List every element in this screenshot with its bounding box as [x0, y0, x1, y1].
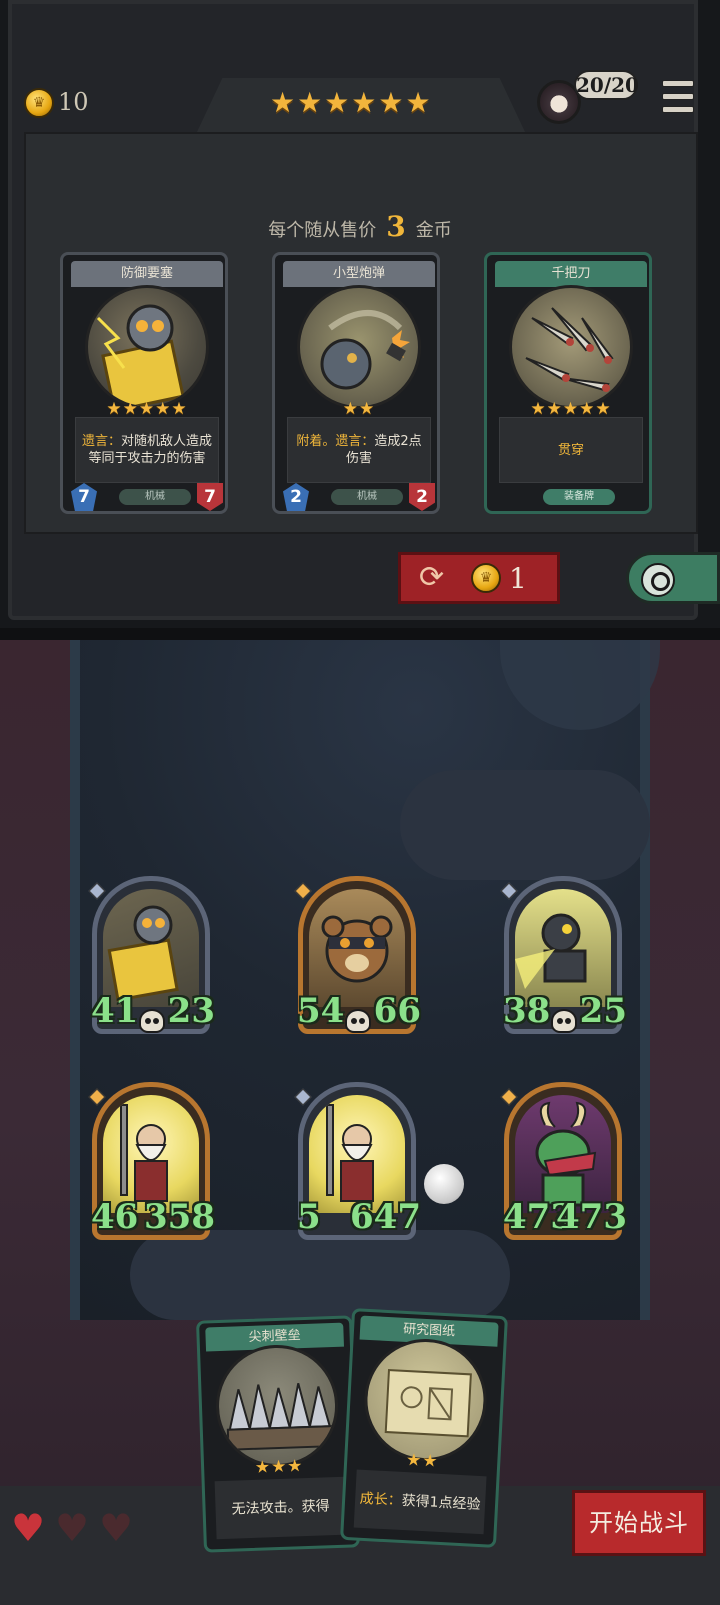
shop-card-fortress[interactable]: 防御要塞 ★★★★★ 遗言：对随机敌人造成等同于攻击力的伤害 7 机械 7: [60, 252, 228, 514]
card-text: 获得1点经验: [401, 1492, 481, 1514]
card-stars: ★★★: [254, 1456, 304, 1478]
card-text: 无法攻击。获得: [231, 1498, 330, 1518]
board-minion[interactable]: 5 647: [294, 1082, 421, 1240]
refresh-cost: 1: [509, 561, 527, 595]
card-stars: ★★★★★: [530, 399, 612, 419]
card-description: 成长：获得1点经验: [353, 1469, 487, 1535]
minion-health: 66: [373, 991, 421, 1031]
card-keyword: 附着。遗言：: [296, 434, 375, 449]
hand-card[interactable]: 尖刺壁垒 ★★★ 无法攻击。获得: [195, 1315, 361, 1553]
card-description: 贯穿: [499, 417, 643, 483]
refresh-shop-button[interactable]: ⟳ ♛ 1: [398, 552, 560, 604]
board-minion[interactable]: 38 25: [500, 876, 627, 1034]
card-health: 7: [197, 483, 223, 511]
panel-divider: [0, 628, 720, 640]
fortress-robot-portrait: [103, 889, 199, 1007]
card-description: 无法攻击。获得: [214, 1476, 347, 1540]
card-description: 附着。遗言：造成2点伤害: [287, 417, 431, 483]
minion-health: 473: [556, 1197, 627, 1237]
board-minion[interactable]: 41 23: [88, 876, 215, 1034]
cloud-decoration: [400, 770, 650, 880]
deathrattle-skull-icon: [345, 1009, 371, 1033]
card-text: 贯穿: [557, 442, 584, 458]
price-prefix: 每个随从售价: [268, 220, 377, 241]
heart-icon: ♥: [10, 1506, 46, 1550]
crocodile-portrait: [515, 1095, 611, 1213]
fortress-robot-art: [85, 285, 209, 409]
card-stars: ★★: [342, 399, 376, 419]
minion-health: 25: [579, 991, 627, 1031]
card-attack: 2: [283, 483, 309, 511]
tavern-tier-stars: ★★★★★★: [270, 86, 433, 119]
dwarf-warrior-portrait: [103, 1095, 199, 1213]
deathrattle-skull-icon: [551, 1009, 577, 1033]
card-attack: 7: [71, 483, 97, 511]
card-name: 小型炮弹: [283, 261, 435, 287]
minion-health: 23: [167, 991, 215, 1031]
price-value: 3: [386, 210, 406, 243]
minion-attack: 46: [91, 1197, 139, 1237]
refresh-icon: ⟳: [419, 560, 445, 595]
dwarf-warrior-portrait: [309, 1095, 405, 1213]
blueprint-art: [361, 1335, 490, 1465]
search-icon: [641, 563, 675, 597]
card-keyword: 成长：: [359, 1490, 403, 1509]
robot-portrait: [515, 889, 611, 1007]
card-health: 2: [409, 483, 435, 511]
bear-gunner-portrait: [309, 889, 405, 1007]
deathrattle-skull-icon: [139, 1009, 165, 1033]
heart-icon: ♥: [98, 1506, 134, 1550]
minion-attack: 41: [91, 991, 139, 1031]
crown-coin-icon: ♛: [24, 88, 54, 118]
minion-attack: 54: [297, 991, 345, 1031]
shop-card-thousand-blades[interactable]: 千把刀 ★★★★★ 贯穿 装备牌: [484, 252, 652, 514]
blades-art: [509, 285, 633, 409]
gold-count: 10: [58, 88, 89, 116]
card-name: 防御要塞: [71, 261, 223, 287]
board-minion[interactable]: 54 66: [294, 876, 421, 1034]
minion-health: 358: [144, 1197, 215, 1237]
minion-health: 647: [350, 1197, 421, 1237]
heart-icon: ♥: [54, 1506, 90, 1550]
card-stars: ★★★★★: [106, 399, 188, 419]
card-name: 千把刀: [495, 261, 647, 287]
bomb-art: [297, 285, 421, 409]
card-keyword: 遗言：: [81, 434, 121, 449]
card-tribe-tag: 机械: [331, 489, 403, 505]
level-indicator: 20/20: [574, 70, 639, 100]
lives-indicator: ♥ ♥ ♥: [8, 1506, 136, 1550]
spike-wall-art: [213, 1342, 341, 1470]
card-description: 遗言：对随机敌人造成等同于攻击力的伤害: [75, 417, 219, 483]
minion-attack: 38: [503, 991, 551, 1031]
hand-card[interactable]: 研究图纸 ★★ 成长：获得1点经验: [340, 1308, 508, 1548]
board-minion[interactable]: 473 473: [500, 1082, 627, 1240]
search-button[interactable]: [626, 552, 720, 604]
card-type-tag: 装备牌: [543, 489, 615, 505]
price-suffix: 金币: [415, 220, 452, 241]
start-battle-button[interactable]: 开始战斗: [572, 1490, 706, 1556]
board-minion[interactable]: 46 358: [88, 1082, 215, 1240]
cloud-decoration: [130, 1230, 510, 1320]
shop-card-bomb[interactable]: 小型炮弹 ★★ 附着。遗言：造成2点伤害 2 机械 2: [272, 252, 440, 514]
drag-cursor-orb: [424, 1164, 464, 1204]
minion-attack: 5: [297, 1197, 321, 1237]
card-tribe-tag: 机械: [119, 489, 191, 505]
crown-coin-icon: ♛: [471, 563, 501, 593]
hamburger-menu-icon[interactable]: [662, 80, 694, 113]
sell-price-line: 每个随从售价 3 金币: [0, 210, 720, 243]
